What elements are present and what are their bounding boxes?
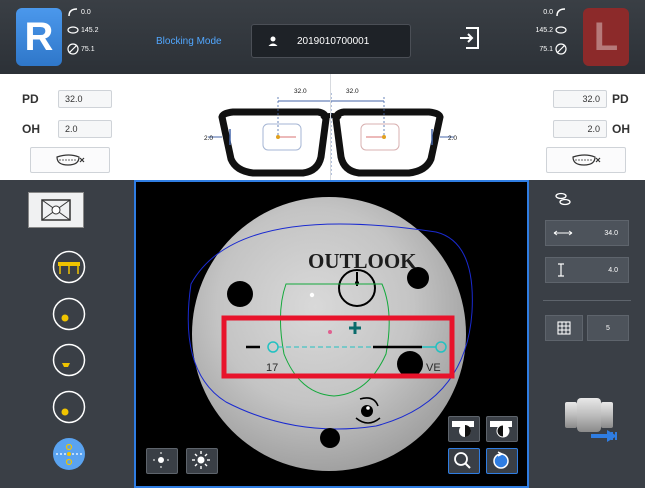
right-eye-label: R [24,14,54,59]
right-curve-stat: 0.0 [67,6,91,18]
glasses-diagram: 32.0 32.0 2.0 2.0 [204,88,457,177]
right-tool-panel: 34.0 4.0 5 [529,180,645,488]
magnifier-icon [454,452,471,469]
center-point-icon[interactable] [52,297,86,331]
lens-shape-icon [572,154,601,166]
zoom-button[interactable] [448,448,480,474]
lens-diameter-icon [555,43,567,55]
left-tool-panel [0,180,134,488]
brightness-up-button[interactable] [186,448,218,474]
height-arrow-icon [558,263,564,277]
left-pd-label: PD [612,92,629,106]
lens-shape-icon [56,154,85,166]
diagram-pd-right: 32.0 [294,88,307,95]
right-frame-rim [218,108,330,177]
lens-hole [227,281,253,307]
right-lens-shape-button[interactable] [30,147,110,173]
frame-height-value: 4.0 [608,266,618,274]
lens-engraving-text: OUTLOOK [308,249,417,273]
right-diameter-stat: 75.1 [67,43,95,55]
lens-diameter-icon [67,43,79,55]
frame-width-value: 34.0 [604,229,618,237]
right-eye-badge[interactable]: R [16,8,62,66]
frame-height-button[interactable]: 4.0 [545,257,629,283]
curve-icon [556,8,566,17]
user-icon [268,36,278,46]
block-holder-icon[interactable] [52,250,86,284]
right-pd-label: PD [22,92,39,106]
right-pd-field[interactable]: 32.0 [58,90,112,108]
frame-view-icon [41,199,71,221]
left-curve-stat: 0.0 [543,6,567,18]
progressive-layout-icon[interactable] [52,437,86,471]
lens-mode-a-button[interactable] [448,416,480,442]
rotate-lens-button[interactable] [486,448,518,474]
measurement-row: PD 32.0 OH 2.0 32.0 32.0 2.0 2.0 32.0 PD… [0,74,645,181]
left-lens-shape-button[interactable] [546,147,626,173]
left-frame-rim [332,108,444,177]
job-number: 2019010700001 [297,35,370,47]
grid-size-field[interactable]: 5 [587,315,629,341]
lens-hole [397,351,423,377]
measurement-divider [330,74,331,180]
bifocal-segment-icon[interactable] [52,343,86,377]
left-eye-badge[interactable]: L [583,8,629,66]
frame-view-button[interactable] [28,192,84,228]
lens-mark-left: 17 [266,362,278,374]
diagram-pd-left: 32.0 [346,88,359,95]
shape-settings-icon[interactable] [553,192,573,206]
left-oh-field[interactable]: 2.0 [553,120,607,138]
left-diameter-stat: 75.1 [539,43,567,55]
diagram-oh-right: 2.0 [204,135,213,142]
frame-width-button[interactable]: 34.0 [545,220,629,246]
axis-rotate-icon [67,26,79,34]
job-number-field[interactable]: 2019010700001 [251,24,411,58]
sun-large-icon [192,451,210,469]
lens-mark-right: VE [426,362,441,374]
width-arrow-icon [553,230,573,236]
sun-small-icon [153,452,169,468]
diagram-oh-left: 2.0 [448,135,457,142]
lens-mode-b-button[interactable] [486,416,518,442]
progressive-point-icon[interactable] [52,390,86,424]
grid-icon [557,321,571,335]
lens-hole [320,428,340,448]
lens-camera-view[interactable]: OUTLOOK 17 VE [134,180,529,488]
axis-rotate-icon [555,26,567,34]
curve-icon [68,8,78,17]
grid-size-value: 5 [606,324,610,332]
lens-mode-a-icon [452,421,474,437]
rotate-lens-icon [493,451,509,469]
left-axis-stat: 145.2 [535,24,567,36]
left-oh-label: OH [612,122,630,136]
brightness-down-button[interactable] [146,448,178,474]
blocking-mode-label: Blocking Mode [156,36,222,47]
left-pd-field[interactable]: 32.0 [553,90,607,108]
right-oh-label: OH [22,122,40,136]
right-axis-stat: 145.2 [67,24,99,36]
block-apply-icon[interactable] [561,396,623,446]
right-oh-field[interactable]: 2.0 [58,120,112,138]
lens-mode-b-icon [490,421,512,438]
left-eye-label: L [593,14,619,59]
top-bar: R 0.0 145.2 75.1 Blocking Mode 201901070… [0,0,645,74]
logout-icon[interactable] [456,24,484,52]
grid-toggle-button[interactable] [545,315,583,341]
panel-divider [543,300,631,301]
